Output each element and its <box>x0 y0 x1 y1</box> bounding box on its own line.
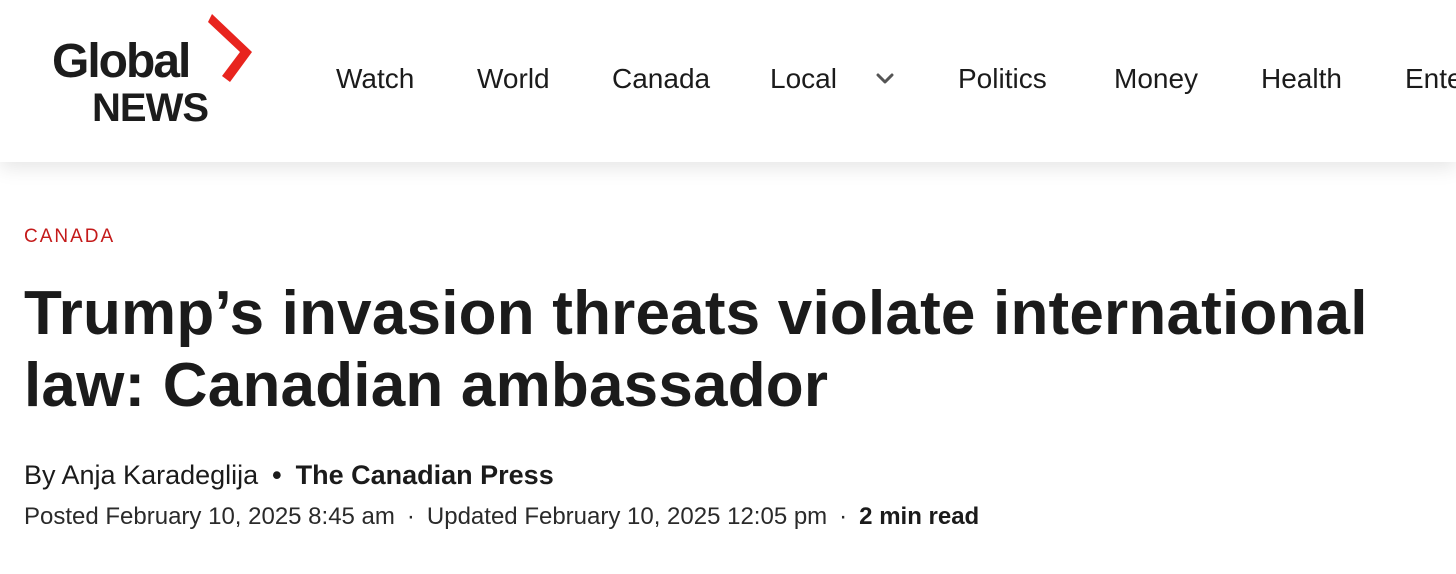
article-meta: Posted February 10, 2025 8:45 am · Updated… <box>24 502 979 532</box>
updated-date: Updated February 10, 2025 12:05 pm <box>426 503 828 530</box>
nav-item-watch[interactable]: Watch <box>336 62 414 96</box>
main-nav: Watch World Canada Local Politics Money … <box>0 0 1456 162</box>
nav-item-politics[interactable]: Politics <box>958 62 1047 96</box>
byline: By Anja Karadeglija • The Canadian Press <box>24 458 554 492</box>
article-header: CANADA Trump’s invasion threats violate … <box>0 162 1456 574</box>
nav-item-health[interactable]: Health <box>1261 62 1342 96</box>
nav-item-money[interactable]: Money <box>1114 62 1198 96</box>
article-headline: Trump’s invasion threats violate interna… <box>24 279 1368 420</box>
site-header: Global NEWS Watch World Canada Local Pol… <box>0 0 1456 162</box>
nav-item-world[interactable]: World <box>477 62 550 96</box>
nav-item-local[interactable]: Local <box>770 62 837 96</box>
read-time: 2 min read <box>859 503 980 530</box>
meta-separator: · <box>406 503 415 530</box>
nav-item-entertainment[interactable]: Ente <box>1405 62 1456 96</box>
nav-item-canada[interactable]: Canada <box>612 62 710 96</box>
author-link[interactable]: By Anja Karadeglija <box>24 460 258 490</box>
byline-separator: • <box>272 460 282 490</box>
source-link[interactable]: The Canadian Press <box>296 460 554 490</box>
posted-date: Posted February 10, 2025 8:45 am <box>24 503 395 530</box>
chevron-down-icon[interactable] <box>874 70 896 88</box>
meta-separator: · <box>839 503 848 530</box>
category-link[interactable]: CANADA <box>24 226 115 248</box>
